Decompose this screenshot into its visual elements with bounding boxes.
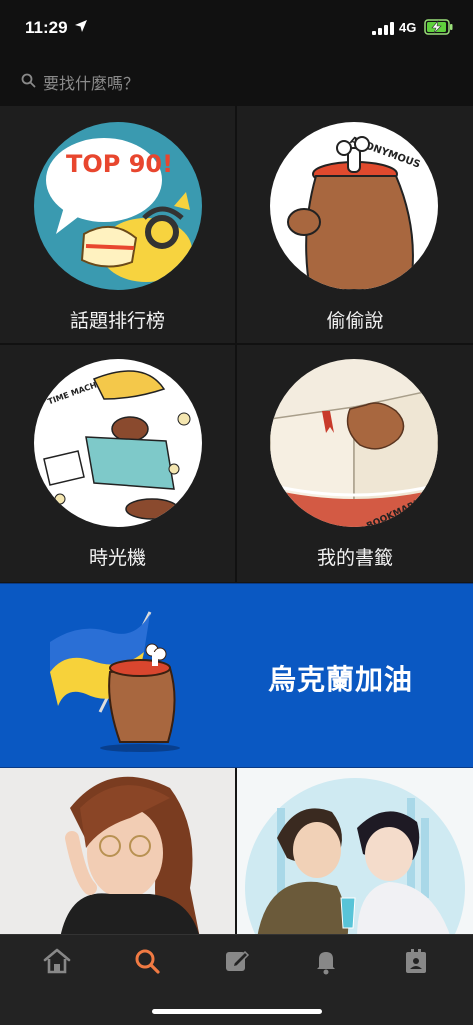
trending-art-text: TOP 90! <box>66 150 173 178</box>
trending-illustration: TOP 90! <box>34 122 202 290</box>
home-indicator <box>152 1009 322 1014</box>
location-arrow-icon <box>75 20 87 32</box>
tile-anonymous[interactable]: ANONYMOUS 偷偷說 <box>237 106 473 343</box>
ukraine-banner[interactable]: 烏克蘭加油 <box>0 583 473 768</box>
tile-bookmark[interactable]: BOOKMARK 我的書籤 <box>237 345 473 582</box>
anonymous-illustration: ANONYMOUS <box>270 122 438 290</box>
banner-title: 烏克蘭加油 <box>268 663 414 696</box>
tile-label: 話題排行榜 <box>69 310 165 332</box>
search-input[interactable]: 要找什麼嗎？ <box>43 70 139 94</box>
tile-label: 時光機 <box>88 547 146 569</box>
tile-trending[interactable]: TOP 90! 話題排行榜 <box>0 106 235 343</box>
bell-icon[interactable] <box>312 947 340 975</box>
compose-icon[interactable] <box>223 947 251 975</box>
status-bar: 11:29 4G <box>0 0 473 56</box>
profile-card-icon[interactable] <box>402 947 430 975</box>
network-type: 4G <box>399 20 417 35</box>
tile-label: 偷偷說 <box>326 310 384 332</box>
tile-label: 我的書籤 <box>316 547 393 569</box>
battery-charging-icon <box>424 19 453 35</box>
time-machine-illustration: TIME MACHINE <box>34 359 202 527</box>
bookmark-illustration: BOOKMARK <box>270 359 438 527</box>
tile-time-machine[interactable]: TIME MACHINE 時光機 <box>0 345 235 582</box>
post-thumbnail-couple[interactable] <box>237 768 473 938</box>
home-icon[interactable] <box>43 947 71 975</box>
search-icon[interactable] <box>133 947 161 975</box>
status-time: 11:29 <box>25 18 68 37</box>
ukraine-flag-mascot-illustration <box>50 611 180 752</box>
post-thumbnail-portrait[interactable] <box>0 768 235 938</box>
cellular-signal-icon <box>372 22 394 35</box>
search-bar[interactable]: 要找什麼嗎？ <box>0 56 473 107</box>
search-icon <box>21 73 36 88</box>
grid-divider-horizontal <box>0 343 473 345</box>
